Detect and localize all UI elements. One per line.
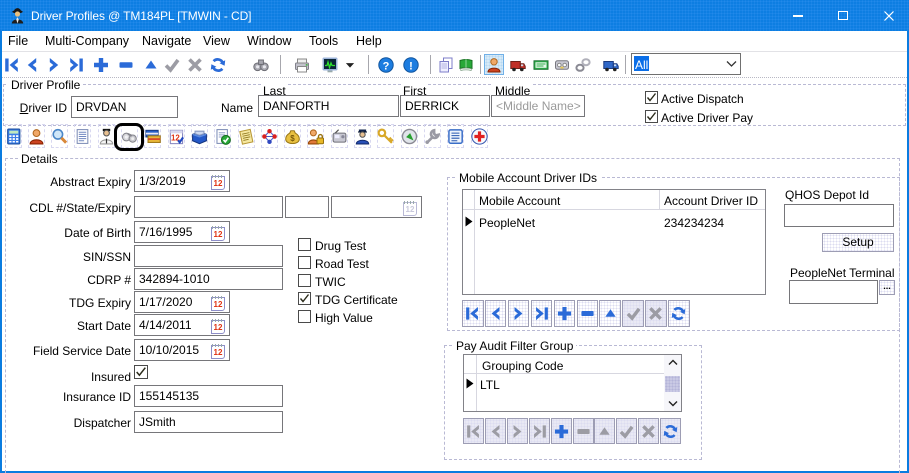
svg-text:?: ? xyxy=(383,60,390,72)
svg-text:$: $ xyxy=(290,134,295,143)
svg-text:!: ! xyxy=(409,60,413,72)
